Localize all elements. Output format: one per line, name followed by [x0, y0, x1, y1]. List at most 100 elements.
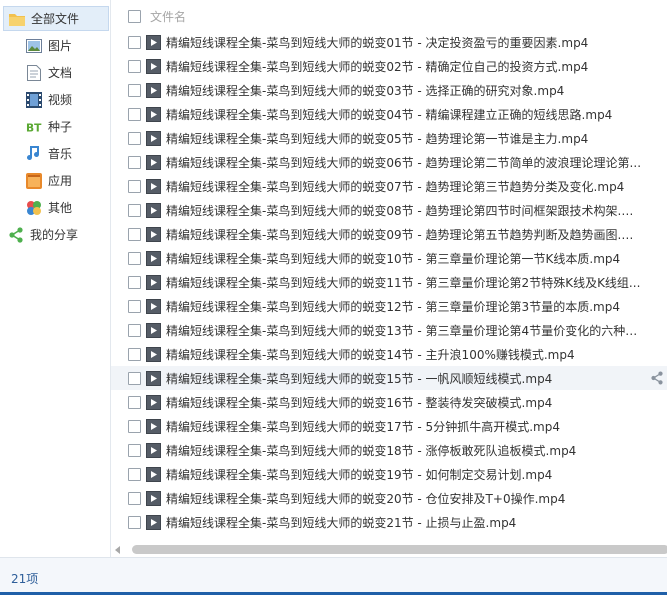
file-name[interactable]: 精编短线课程全集-菜鸟到短线大师的蜕变17节 - 5分钟抓牛高开模式.mp4 [166, 418, 560, 435]
video-file-icon [146, 226, 161, 242]
file-row[interactable]: 精编短线课程全集-菜鸟到短线大师的蜕变01节 - 决定投资盈亏的重要因素.mp4 [111, 30, 667, 54]
sidebar-item-label: 音乐 [48, 147, 73, 161]
file-row[interactable]: 精编短线课程全集-菜鸟到短线大师的蜕变05节 - 趋势理论第一节谁是主力.mp4 [111, 126, 667, 150]
file-checkbox[interactable] [128, 443, 141, 457]
file-name[interactable]: 精编短线课程全集-菜鸟到短线大师的蜕变15节 - 一帆风顺短线模式.mp4 [166, 370, 552, 387]
file-row[interactable]: 精编短线课程全集-菜鸟到短线大师的蜕变11节 - 第三章量价理论第2节特殊K线及… [111, 270, 667, 294]
sidebar-item-videos[interactable]: 视频 [3, 87, 109, 112]
file-row[interactable]: 精编短线课程全集-菜鸟到短线大师的蜕变06节 - 趋势理论第二节简单的波浪理论理… [111, 150, 667, 174]
file-checkbox[interactable] [128, 59, 141, 73]
file-checkbox[interactable] [128, 227, 141, 241]
file-row[interactable]: 精编短线课程全集-菜鸟到短线大师的蜕变16节 - 整装待发突破模式.mp4 [111, 390, 667, 414]
video-file-icon [146, 106, 161, 122]
file-checkbox[interactable] [128, 467, 141, 481]
other-icon [26, 200, 42, 216]
sidebar-item-other[interactable]: 其他 [3, 195, 109, 220]
row-share-icon[interactable] [649, 370, 665, 386]
sidebar-item-pictures[interactable]: 图片 [3, 33, 109, 58]
file-name[interactable]: 精编短线课程全集-菜鸟到短线大师的蜕变10节 - 第三章量价理论第一节K线本质.… [166, 250, 620, 267]
file-checkbox[interactable] [128, 419, 141, 433]
file-checkbox[interactable] [128, 131, 141, 145]
file-name[interactable]: 精编短线课程全集-菜鸟到短线大师的蜕变09节 - 趋势理论第五节趋势判断及趋势画… [166, 226, 644, 243]
file-name[interactable]: 精编短线课程全集-菜鸟到短线大师的蜕变16节 - 整装待发突破模式.mp4 [166, 394, 552, 411]
file-row[interactable]: 精编短线课程全集-菜鸟到短线大师的蜕变19节 - 如何制定交易计划.mp4 [111, 462, 667, 486]
file-checkbox[interactable] [128, 155, 141, 169]
file-checkbox[interactable] [128, 515, 141, 529]
file-checkbox[interactable] [128, 179, 141, 193]
video-file-icon [146, 322, 161, 338]
file-checkbox[interactable] [128, 35, 141, 49]
file-row[interactable]: 精编短线课程全集-菜鸟到短线大师的蜕变21节 - 止损与止盈.mp4 [111, 510, 667, 534]
file-checkbox[interactable] [128, 83, 141, 97]
file-name[interactable]: 精编短线课程全集-菜鸟到短线大师的蜕变07节 - 趋势理论第三节趋势分类及变化.… [166, 178, 624, 195]
select-all-checkbox[interactable] [128, 9, 141, 23]
file-name[interactable]: 精编短线课程全集-菜鸟到短线大师的蜕变02节 - 精确定位自己的投资方式.mp4 [166, 58, 588, 75]
sidebar-item-music[interactable]: 音乐 [3, 141, 109, 166]
video-file-icon [146, 370, 161, 386]
video-file-icon [146, 394, 161, 410]
file-row[interactable]: 精编短线课程全集-菜鸟到短线大师的蜕变18节 - 涨停板敢死队追板模式.mp4 [111, 438, 667, 462]
file-name[interactable]: 精编短线课程全集-菜鸟到短线大师的蜕变05节 - 趋势理论第一节谁是主力.mp4 [166, 130, 588, 147]
file-row[interactable]: 精编短线课程全集-菜鸟到短线大师的蜕变17节 - 5分钟抓牛高开模式.mp4 [111, 414, 667, 438]
file-checkbox[interactable] [128, 107, 141, 121]
file-list-panel: 文件名 精编短线课程全集-菜鸟到短线大师的蜕变01节 - 决定投资盈亏的重要因素… [111, 0, 667, 557]
file-row[interactable]: 精编短线课程全集-菜鸟到短线大师的蜕变12节 - 第三章量价理论第3节量的本质.… [111, 294, 667, 318]
file-row[interactable]: 精编短线课程全集-菜鸟到短线大师的蜕变15节 - 一帆风顺短线模式.mp4 [111, 366, 667, 390]
file-checkbox[interactable] [128, 203, 141, 217]
file-row[interactable]: 精编短线课程全集-菜鸟到短线大师的蜕变10节 - 第三章量价理论第一节K线本质.… [111, 246, 667, 270]
file-name[interactable]: 精编短线课程全集-菜鸟到短线大师的蜕变19节 - 如何制定交易计划.mp4 [166, 466, 552, 483]
file-checkbox[interactable] [128, 371, 141, 385]
file-name[interactable]: 精编短线课程全集-菜鸟到短线大师的蜕变11节 - 第三章量价理论第2节特殊K线及… [166, 274, 640, 291]
file-row[interactable]: 精编短线课程全集-菜鸟到短线大师的蜕变08节 - 趋势理论第四节时间框架跟技术构… [111, 198, 667, 222]
file-name[interactable]: 精编短线课程全集-菜鸟到短线大师的蜕变03节 - 选择正确的研究对象.mp4 [166, 82, 564, 99]
sidebar-item-label: 我的分享 [30, 228, 79, 242]
scrollbar-thumb[interactable] [132, 545, 667, 554]
file-checkbox[interactable] [128, 395, 141, 409]
file-checkbox[interactable] [128, 347, 141, 361]
video-file-icon [146, 466, 161, 482]
video-file-icon [146, 514, 161, 530]
file-list: 精编短线课程全集-菜鸟到短线大师的蜕变01节 - 决定投资盈亏的重要因素.mp4… [111, 30, 667, 534]
file-checkbox[interactable] [128, 251, 141, 265]
file-name[interactable]: 精编短线课程全集-菜鸟到短线大师的蜕变14节 - 主升浪100%赚钱模式.mp4 [166, 346, 575, 363]
file-checkbox[interactable] [128, 323, 141, 337]
sidebar-item-label: 其他 [48, 201, 73, 215]
file-checkbox[interactable] [128, 491, 141, 505]
file-row[interactable]: 精编短线课程全集-菜鸟到短线大师的蜕变14节 - 主升浪100%赚钱模式.mp4 [111, 342, 667, 366]
file-row[interactable]: 精编短线课程全集-菜鸟到短线大师的蜕变07节 - 趋势理论第三节趋势分类及变化.… [111, 174, 667, 198]
file-name[interactable]: 精编短线课程全集-菜鸟到短线大师的蜕变13节 - 第三章量价理论第4节量价变化的… [166, 322, 644, 339]
file-name[interactable]: 精编短线课程全集-菜鸟到短线大师的蜕变08节 - 趋势理论第四节时间框架跟技术构… [166, 202, 644, 219]
video-file-icon [146, 82, 161, 98]
file-row[interactable]: 精编短线课程全集-菜鸟到短线大师的蜕变03节 - 选择正确的研究对象.mp4 [111, 78, 667, 102]
file-list-header: 文件名 [111, 3, 667, 29]
file-row[interactable]: 精编短线课程全集-菜鸟到短线大师的蜕变04节 - 精编课程建立正确的短线思路.m… [111, 102, 667, 126]
sidebar-item-torrents[interactable]: BT 种子 [3, 114, 109, 139]
file-name[interactable]: 精编短线课程全集-菜鸟到短线大师的蜕变20节 - 仓位安排及T+0操作.mp4 [166, 490, 565, 507]
scroll-left-arrow-icon[interactable] [115, 546, 120, 554]
file-checkbox[interactable] [128, 299, 141, 313]
file-checkbox[interactable] [128, 275, 141, 289]
file-name[interactable]: 精编短线课程全集-菜鸟到短线大师的蜕变04节 - 精编课程建立正确的短线思路.m… [166, 106, 612, 123]
file-row[interactable]: 精编短线课程全集-菜鸟到短线大师的蜕变20节 - 仓位安排及T+0操作.mp4 [111, 486, 667, 510]
column-header-filename[interactable]: 文件名 [150, 8, 186, 25]
sidebar-item-documents[interactable]: 文档 [3, 60, 109, 85]
folder-icon [9, 11, 25, 27]
sidebar-item-apps[interactable]: 应用 [3, 168, 109, 193]
file-row[interactable]: 精编短线课程全集-菜鸟到短线大师的蜕变02节 - 精确定位自己的投资方式.mp4 [111, 54, 667, 78]
file-name[interactable]: 精编短线课程全集-菜鸟到短线大师的蜕变01节 - 决定投资盈亏的重要因素.mp4 [166, 34, 588, 51]
file-name[interactable]: 精编短线课程全集-菜鸟到短线大师的蜕变06节 - 趋势理论第二节简单的波浪理论理… [166, 154, 641, 171]
file-manager-window: 全部文件 图片 文档 视频 BT 种子 音乐 应用 其他 我的分享 文件名 精编… [0, 0, 667, 595]
file-name[interactable]: 精编短线课程全集-菜鸟到短线大师的蜕变18节 - 涨停板敢死队追板模式.mp4 [166, 442, 576, 459]
sidebar-item-all-files[interactable]: 全部文件 [3, 6, 109, 31]
document-icon [26, 64, 42, 81]
file-row[interactable]: 精编短线课程全集-菜鸟到短线大师的蜕变13节 - 第三章量价理论第4节量价变化的… [111, 318, 667, 342]
video-file-icon [146, 34, 161, 50]
video-file-icon [146, 58, 161, 74]
sidebar-item-my-shares[interactable]: 我的分享 [3, 222, 109, 247]
horizontal-scrollbar[interactable] [115, 545, 667, 555]
file-row[interactable]: 精编短线课程全集-菜鸟到短线大师的蜕变09节 - 趋势理论第五节趋势判断及趋势画… [111, 222, 667, 246]
file-name[interactable]: 精编短线课程全集-菜鸟到短线大师的蜕变12节 - 第三章量价理论第3节量的本质.… [166, 298, 620, 315]
sidebar-item-label: 种子 [48, 120, 73, 134]
file-name[interactable]: 精编短线课程全集-菜鸟到短线大师的蜕变21节 - 止损与止盈.mp4 [166, 514, 516, 531]
status-bar: 21项 [0, 557, 667, 595]
